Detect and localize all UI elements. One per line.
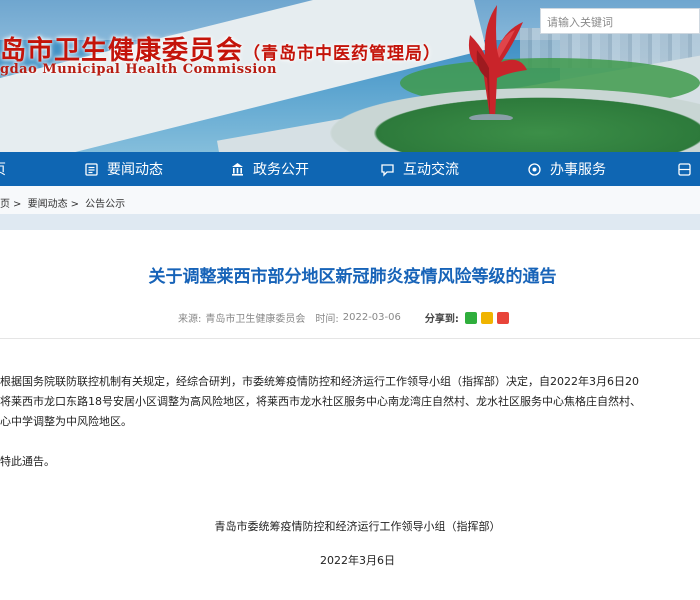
weibo-share-icon[interactable] (496, 311, 509, 324)
news-icon (84, 162, 99, 177)
time-value: 2022-03-06 (342, 312, 401, 323)
breadcrumb-separator: > (13, 199, 22, 210)
nav-item-interaction[interactable]: 互动交流 (380, 152, 459, 186)
grid-icon (677, 162, 692, 177)
site-title-sub: （青岛市中医药管理局） (243, 44, 442, 64)
search-input[interactable]: 请输入关键词 (540, 8, 700, 34)
qzone-share-icon[interactable] (480, 311, 493, 324)
signature-date: 2022年3月6日 (320, 554, 395, 567)
nav-item-service[interactable]: 办事服务 (527, 152, 606, 186)
signature-org: 青岛市委统筹疫情防控和经济运行工作领导小组（指挥部） (214, 520, 501, 533)
nav-item-label: 办事服务 (550, 162, 606, 178)
closing-text: 特此通告。 (0, 455, 55, 468)
article-panel: 关于调整莱西市部分地区新冠肺炎疫情风险等级的通告 来源: 青岛市卫生健康委员会 … (0, 230, 700, 600)
nav-item-more[interactable] (677, 152, 700, 186)
paragraph-line: 根据国务院联防联控机制有关规定，经综合研判，市委统筹疫情防控和经济运行工作领导小… (0, 375, 639, 388)
main-nav: 页 要闻动态 政务公开 互动交流 办事服务 (0, 152, 700, 186)
meta-divider (0, 338, 700, 339)
breadcrumb-notices[interactable]: 公告公示 (85, 199, 125, 210)
breadcrumb-separator: > (70, 199, 79, 210)
nav-item-label: 互动交流 (403, 162, 459, 178)
wechat-share-icon[interactable] (464, 311, 477, 324)
paragraph-line: 将莱西市龙口东路18号安居小区调整为高风险地区，将莱西市龙水社区服务中心南龙湾庄… (0, 395, 641, 408)
site-title-english: gdao Municipal Health Commission (0, 62, 277, 77)
source-label: 来源: (178, 314, 202, 325)
nav-item-label: 要闻动态 (107, 162, 163, 178)
article-title: 关于调整莱西市部分地区新冠肺炎疫情风险等级的通告 (148, 267, 557, 287)
article-meta: 来源: 青岛市卫生健康委员会 时间: 2022-03-06 分享到: (178, 310, 513, 325)
breadcrumb: 页 > 要闻动态 > 公告公示 (0, 186, 700, 214)
breadcrumb-home[interactable]: 页 (0, 199, 10, 210)
nav-item-news[interactable]: 要闻动态 (84, 152, 163, 186)
source-value: 青岛市卫生健康委员会 (205, 314, 306, 325)
service-icon (527, 162, 542, 177)
header-banner: 岛市卫生健康委员会（青岛市中医药管理局） gdao Municipal Heal… (0, 0, 700, 152)
nav-item-label: 页 (0, 159, 6, 179)
may-fourth-sculpture-icon (468, 5, 527, 120)
chat-icon (380, 162, 395, 177)
breadcrumb-news[interactable]: 要闻动态 (28, 199, 68, 210)
share-label: 分享到: (424, 314, 459, 325)
paragraph-line: 心中学调整为中风险地区。 (0, 415, 132, 428)
gov-open-icon (230, 162, 245, 177)
time-label: 时间: (315, 314, 339, 325)
nav-item-gov-open[interactable]: 政务公开 (230, 152, 309, 186)
nav-item-home[interactable]: 页 (0, 152, 6, 186)
nav-item-label: 政务公开 (253, 162, 309, 178)
